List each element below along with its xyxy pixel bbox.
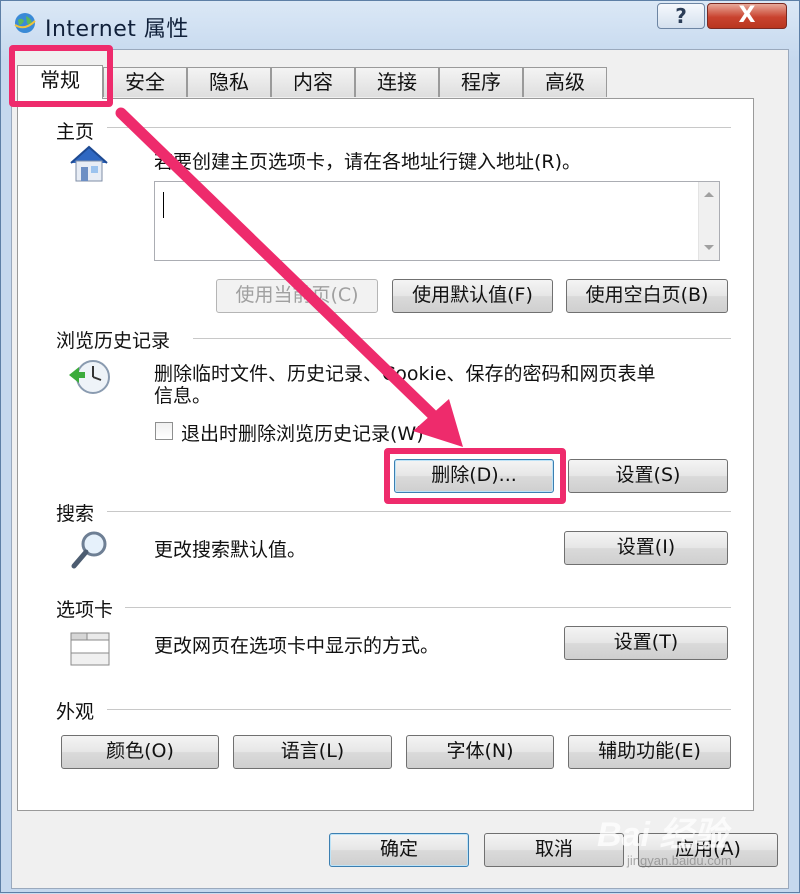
tabs-section-label: 选项卡: [56, 599, 114, 621]
tab-privacy[interactable]: 隐私: [187, 67, 271, 97]
history-clock-icon: [69, 360, 110, 394]
tab-security[interactable]: 安全: [103, 67, 187, 97]
address-scrollbar[interactable]: [698, 182, 719, 260]
appearance-divider: [107, 709, 731, 710]
scroll-up-icon[interactable]: [704, 192, 714, 197]
use-current-button[interactable]: 使用当前页(C): [216, 279, 378, 313]
tabs-divider: [125, 607, 731, 608]
delete-on-exit-checkbox[interactable]: [155, 422, 173, 440]
title-bar[interactable]: Internet 属性 ? X: [1, 1, 799, 49]
watermark: Bai 经验 jingyan.baidu.com: [597, 807, 797, 877]
close-button[interactable]: X: [707, 3, 787, 29]
watermark-site: jingyan.baidu.com: [627, 853, 732, 868]
tab-general[interactable]: 常规: [17, 65, 103, 99]
history-description-line2: 信息。: [154, 385, 212, 407]
watermark-logo-text: Bai 经验: [597, 816, 728, 854]
appearance-section-label: 外观: [56, 701, 95, 723]
history-settings-button[interactable]: 设置(S): [568, 459, 728, 493]
delete-on-exit-label[interactable]: 退出时删除浏览历史记录(W): [181, 419, 424, 446]
search-magnifier-icon: [71, 531, 107, 569]
history-divider: [193, 338, 731, 339]
search-section-label: 搜索: [56, 503, 95, 525]
text-caret: [163, 192, 164, 218]
tabs-settings-button[interactable]: 设置(T): [564, 626, 728, 660]
search-divider: [107, 511, 731, 512]
colors-button[interactable]: 颜色(O): [61, 735, 219, 769]
tab-programs[interactable]: 程序: [439, 67, 523, 97]
window-title: Internet 属性: [45, 17, 189, 42]
tabbed-browsing-icon: [70, 632, 110, 666]
home-icon: [70, 145, 108, 182]
history-section-label: 浏览历史记录: [56, 330, 171, 352]
homepage-divider: [107, 127, 731, 128]
internet-globe-icon: [14, 13, 36, 33]
delete-button-highlight: [384, 448, 566, 504]
tab-content[interactable]: 内容: [271, 67, 355, 97]
use-blank-button[interactable]: 使用空白页(B): [566, 279, 728, 313]
use-default-button[interactable]: 使用默认值(F): [392, 279, 553, 313]
search-settings-button[interactable]: 设置(I): [564, 531, 728, 565]
fonts-button[interactable]: 字体(N): [406, 735, 554, 769]
tabs-description: 更改网页在选项卡中显示的方式。: [154, 635, 440, 657]
ok-button[interactable]: 确定: [329, 833, 469, 867]
tab-advanced[interactable]: 高级: [523, 67, 607, 97]
internet-properties-window: Internet 属性 ? X 常规 安全 隐私 内容 连接 程序 高级 主页 …: [0, 0, 800, 893]
homepage-section-label: 主页: [56, 121, 95, 143]
accessibility-button[interactable]: 辅助功能(E): [568, 735, 731, 769]
search-description: 更改搜索默认值。: [154, 539, 307, 561]
homepage-address-input[interactable]: [154, 181, 720, 261]
history-description-line1: 删除临时文件、历史记录、Cookie、保存的密码和网页表单: [154, 363, 656, 385]
help-button[interactable]: ?: [657, 3, 705, 29]
languages-button[interactable]: 语言(L): [233, 735, 392, 769]
tab-connections[interactable]: 连接: [355, 67, 439, 97]
scroll-down-icon[interactable]: [704, 245, 714, 250]
homepage-instruction: 若要创建主页选项卡，请在各地址行键入地址(R)。: [154, 151, 582, 173]
